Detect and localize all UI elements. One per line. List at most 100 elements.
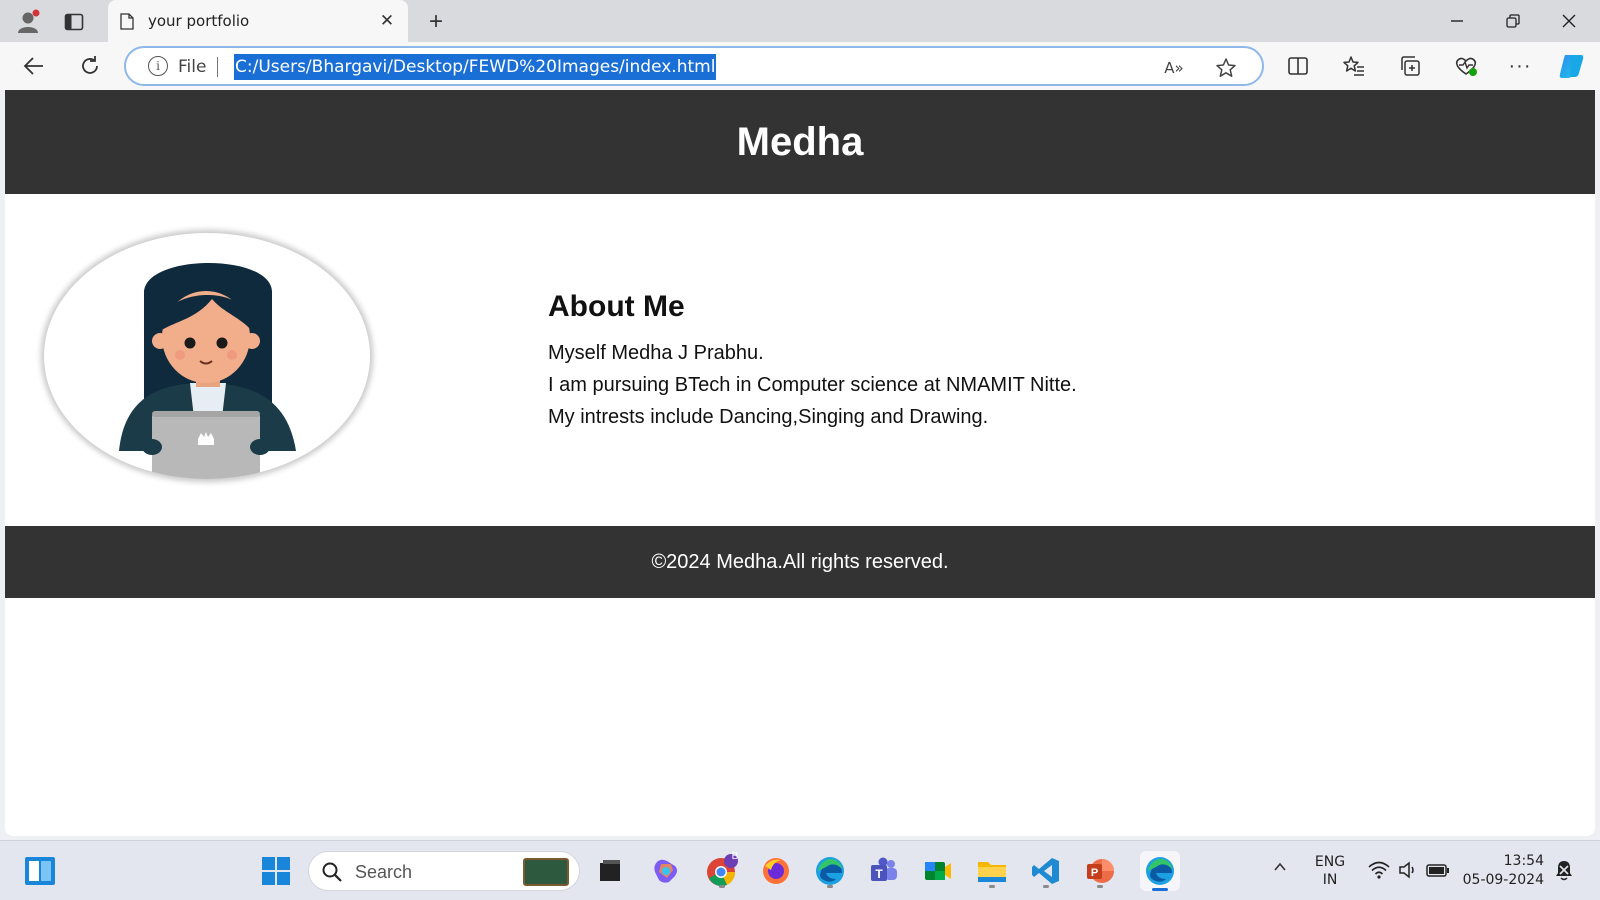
teams-icon: T	[871, 857, 897, 881]
about-line-interests: My intrests include Dancing,Singing and …	[548, 406, 989, 428]
collections-button[interactable]	[1394, 50, 1426, 82]
browser-toolbar: i File C:/Users/Bhargavi/Desktop/FEWD%20…	[0, 42, 1600, 90]
favorites-button[interactable]	[1338, 50, 1370, 82]
new-tab-button[interactable]: +	[420, 6, 452, 38]
split-screen-button[interactable]	[1282, 50, 1314, 82]
tab-your-portfolio[interactable]: your portfolio ✕	[108, 0, 408, 42]
split-screen-icon	[1288, 57, 1308, 75]
copilot-icon	[654, 859, 677, 883]
taskbar-task-view[interactable]	[590, 851, 630, 891]
collections-icon	[1401, 56, 1420, 76]
about-section: About Me Myself Medha J Prabhu. I am pur…	[548, 290, 1077, 433]
tab-actions-icon	[64, 13, 84, 31]
taskbar-teams[interactable]: T	[864, 851, 904, 891]
page-icon	[120, 12, 134, 30]
taskbar-powerpoint[interactable]: P	[1080, 851, 1120, 891]
performance-icon	[1455, 57, 1477, 76]
taskbar-chrome[interactable]: B	[702, 851, 742, 891]
settings-more-button[interactable]: ···	[1504, 50, 1536, 82]
taskbar-search[interactable]: Search	[308, 851, 580, 891]
footer-copyright: ©2024 Medha.All rights reserved.	[651, 550, 949, 573]
edge-icon	[816, 857, 844, 885]
close-icon: ✕	[379, 11, 395, 30]
url-scheme-label: File	[178, 57, 207, 77]
restore-icon	[1506, 14, 1520, 28]
file-icon	[600, 860, 620, 881]
powerpoint-icon: P	[1087, 859, 1114, 883]
profile-icon	[18, 9, 40, 33]
running-indicator	[719, 885, 725, 888]
about-heading: About Me	[548, 290, 685, 323]
input-language[interactable]: ENG IN	[1312, 853, 1348, 889]
vscode-icon	[1032, 858, 1059, 884]
back-button[interactable]	[18, 50, 50, 82]
profile-button[interactable]	[12, 6, 44, 38]
read-aloud-button[interactable]: A»	[1160, 54, 1188, 82]
info-icon[interactable]: i	[148, 56, 168, 76]
back-icon	[23, 57, 43, 75]
web-page-viewport: Medha About Me Myself Medha J Prabhu. I …	[5, 90, 1595, 836]
site-title: Medha	[736, 119, 864, 164]
clock-time: 13:54	[1503, 853, 1544, 869]
add-favorite-button[interactable]	[1212, 54, 1240, 82]
taskbar-vscode[interactable]	[1026, 851, 1066, 891]
address-separator	[217, 57, 218, 77]
girl-with-laptop-illustration	[119, 263, 296, 479]
search-highlight-image	[523, 858, 569, 886]
search-placeholder: Search	[355, 862, 413, 882]
copilot-button[interactable]	[1556, 50, 1588, 82]
reload-button[interactable]	[74, 50, 106, 82]
svg-text:T: T	[875, 867, 883, 881]
taskbar: Search B T P ENG IN 13:54 05-09-2024	[0, 840, 1600, 900]
chevron-up-icon[interactable]	[1272, 859, 1288, 875]
folder-icon	[978, 862, 1006, 882]
minimize-button[interactable]	[1432, 2, 1482, 40]
chrome-profile-badge: B	[731, 851, 739, 862]
taskbar-firefox[interactable]	[756, 851, 796, 891]
video-call-icon	[925, 862, 951, 880]
about-line-education: I am pursuing BTech in Computer science …	[548, 374, 1077, 396]
site-header: Medha	[5, 90, 1595, 194]
notification-icon[interactable]	[1554, 859, 1574, 881]
volume-icon[interactable]	[1398, 860, 1418, 880]
tab-title: your portfolio	[148, 12, 250, 30]
start-button[interactable]	[256, 851, 296, 891]
address-text[interactable]: C:/Users/Bhargavi/Desktop/FEWD%20Images/…	[234, 54, 717, 80]
star-icon	[1216, 58, 1236, 77]
tab-actions-button[interactable]	[58, 6, 90, 38]
taskbar-edge-active[interactable]	[1140, 851, 1180, 891]
active-indicator	[1152, 888, 1168, 891]
copilot-icon	[1559, 55, 1584, 78]
close-icon	[1562, 14, 1576, 28]
restore-button[interactable]	[1488, 2, 1538, 40]
region-code: IN	[1322, 872, 1338, 888]
firefox-icon	[763, 858, 789, 884]
wifi-icon[interactable]	[1368, 860, 1390, 880]
tab-close-button[interactable]: ✕	[376, 10, 398, 32]
running-indicator	[827, 885, 833, 888]
widgets-icon	[25, 857, 55, 885]
language-code: ENG	[1314, 854, 1346, 870]
reload-icon	[82, 56, 98, 74]
clock-date: 05-09-2024	[1462, 872, 1544, 888]
profile-avatar	[44, 233, 370, 479]
running-indicator	[989, 885, 995, 888]
taskbar-edge[interactable]	[810, 851, 850, 891]
plus-icon: +	[428, 8, 443, 35]
taskbar-file-explorer[interactable]	[972, 851, 1012, 891]
taskbar-copilot[interactable]	[646, 851, 686, 891]
site-footer: ©2024 Medha.All rights reserved.	[5, 526, 1595, 598]
edge-icon	[1146, 857, 1174, 885]
search-icon	[322, 862, 342, 882]
running-indicator	[1043, 885, 1049, 888]
browser-essentials-button[interactable]	[1450, 50, 1482, 82]
taskbar-meet[interactable]	[918, 851, 958, 891]
system-clock[interactable]: 13:54 05-09-2024	[1462, 852, 1544, 890]
title-bar: your portfolio ✕ +	[0, 0, 1600, 42]
address-bar[interactable]: i File C:/Users/Bhargavi/Desktop/FEWD%20…	[124, 46, 1264, 86]
about-line-name: Myself Medha J Prabhu.	[548, 342, 764, 364]
favorites-icon	[1343, 56, 1364, 76]
battery-icon[interactable]	[1426, 860, 1450, 880]
widgets-button[interactable]	[20, 851, 60, 891]
window-close-button[interactable]	[1544, 2, 1594, 40]
